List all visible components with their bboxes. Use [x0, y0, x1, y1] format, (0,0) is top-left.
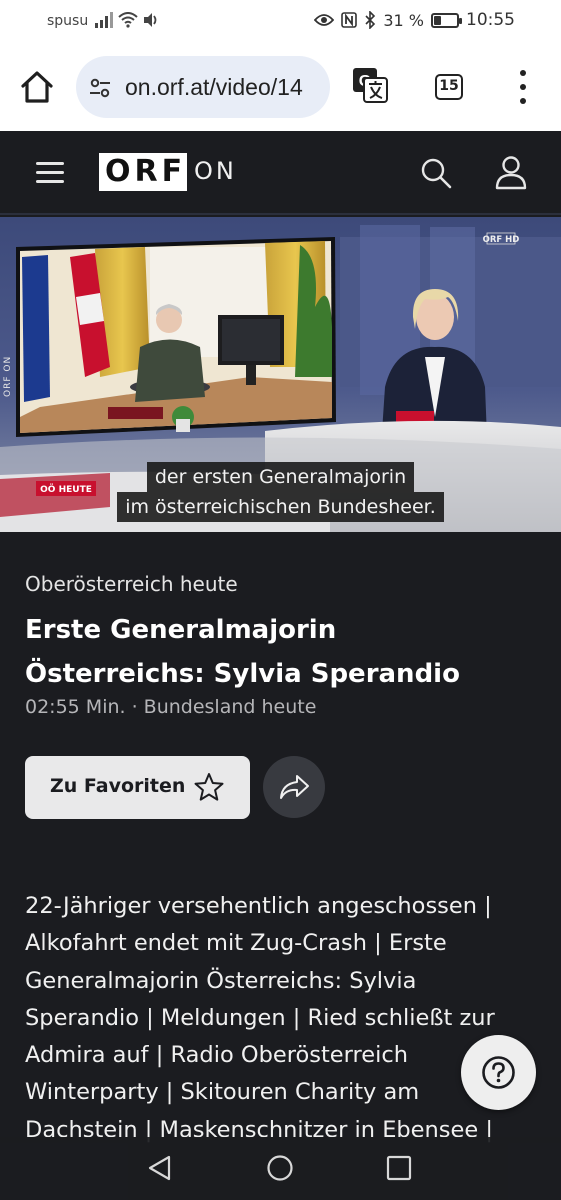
bluetooth-icon: [365, 11, 376, 29]
volume-icon: [144, 13, 157, 27]
subtitle-line: der ersten Generalmajorin: [146, 462, 415, 492]
help-button[interactable]: [461, 1035, 536, 1110]
description-line: Admira auf | Radio Oberösterreich: [25, 1042, 408, 1069]
site-settings-icon[interactable]: [88, 76, 112, 100]
star-icon: [194, 773, 224, 801]
home-nav-icon[interactable]: [266, 1154, 294, 1182]
clock: 10:55: [466, 10, 515, 30]
episode-title-line: Erste Generalmajorin: [25, 615, 337, 645]
translate-icon[interactable]: G: [352, 67, 388, 103]
back-icon[interactable]: [146, 1154, 174, 1182]
show-name[interactable]: Oberösterreich heute: [25, 572, 238, 596]
channel-badge: ORF HD: [483, 235, 520, 245]
signal-icon: [95, 12, 113, 28]
episode-description: 22-Jähriger versehentlich angeschossen |…: [25, 888, 525, 1149]
add-favorite-button[interactable]: Zu Favoriten: [25, 756, 250, 819]
status-bar: spusu 31 % 10:55: [0, 0, 561, 44]
user-icon[interactable]: [494, 154, 528, 190]
subtitle-line: im österreichischen Bundesheer.: [117, 492, 444, 522]
description-line: 22-Jähriger versehentlich angeschossen |: [25, 893, 492, 919]
episode-title-line: Österreichs: Sylvia Sperandio: [25, 659, 460, 689]
description-line: Sperandio | Meldungen | Ried schließt zu…: [25, 1004, 495, 1031]
description-line: Winterparty | Skitouren Charity am: [25, 1079, 420, 1106]
address-bar[interactable]: on.orf.at/video/14: [76, 56, 330, 118]
description-line: Generalmajorin Österreichs: Sylvia: [25, 967, 417, 994]
nfc-icon: [341, 12, 358, 28]
side-label: ORF ON: [3, 356, 13, 397]
battery-icon: [431, 12, 462, 28]
eye-icon: [314, 14, 335, 26]
share-icon: [280, 775, 309, 799]
search-icon[interactable]: [419, 156, 453, 190]
favorite-label: Zu Favoriten: [50, 775, 186, 797]
recent-apps-icon[interactable]: [386, 1155, 412, 1181]
browser-toolbar: on.orf.at/video/14 G 15: [0, 44, 561, 131]
home-icon[interactable]: [18, 68, 56, 106]
description-line: Alkofahrt endet mit Zug-Crash | Erste: [25, 930, 447, 957]
share-button[interactable]: [263, 756, 325, 818]
system-nav-bar: [0, 1137, 561, 1200]
hamburger-menu-icon[interactable]: [36, 162, 64, 184]
orf-on-label[interactable]: ON: [194, 157, 237, 185]
battery-percent: 31 %: [383, 10, 424, 30]
more-menu-icon[interactable]: [512, 70, 534, 104]
episode-meta: 02:55 Min. · Bundesland heute: [25, 696, 317, 718]
carrier-label: spusu: [47, 13, 89, 29]
help-icon: [482, 1056, 515, 1089]
wifi-icon: [118, 12, 138, 28]
orf-logo[interactable]: ORF: [99, 153, 187, 191]
subtitles: der ersten Generalmajorin im österreichi…: [0, 462, 561, 522]
tabs-button[interactable]: 15: [435, 74, 463, 100]
url-text[interactable]: on.orf.at/video/14: [125, 74, 303, 101]
orf-header: ORF ON: [0, 131, 561, 215]
episode-title: Erste Generalmajorin Österreichs: Sylvia…: [25, 608, 525, 696]
